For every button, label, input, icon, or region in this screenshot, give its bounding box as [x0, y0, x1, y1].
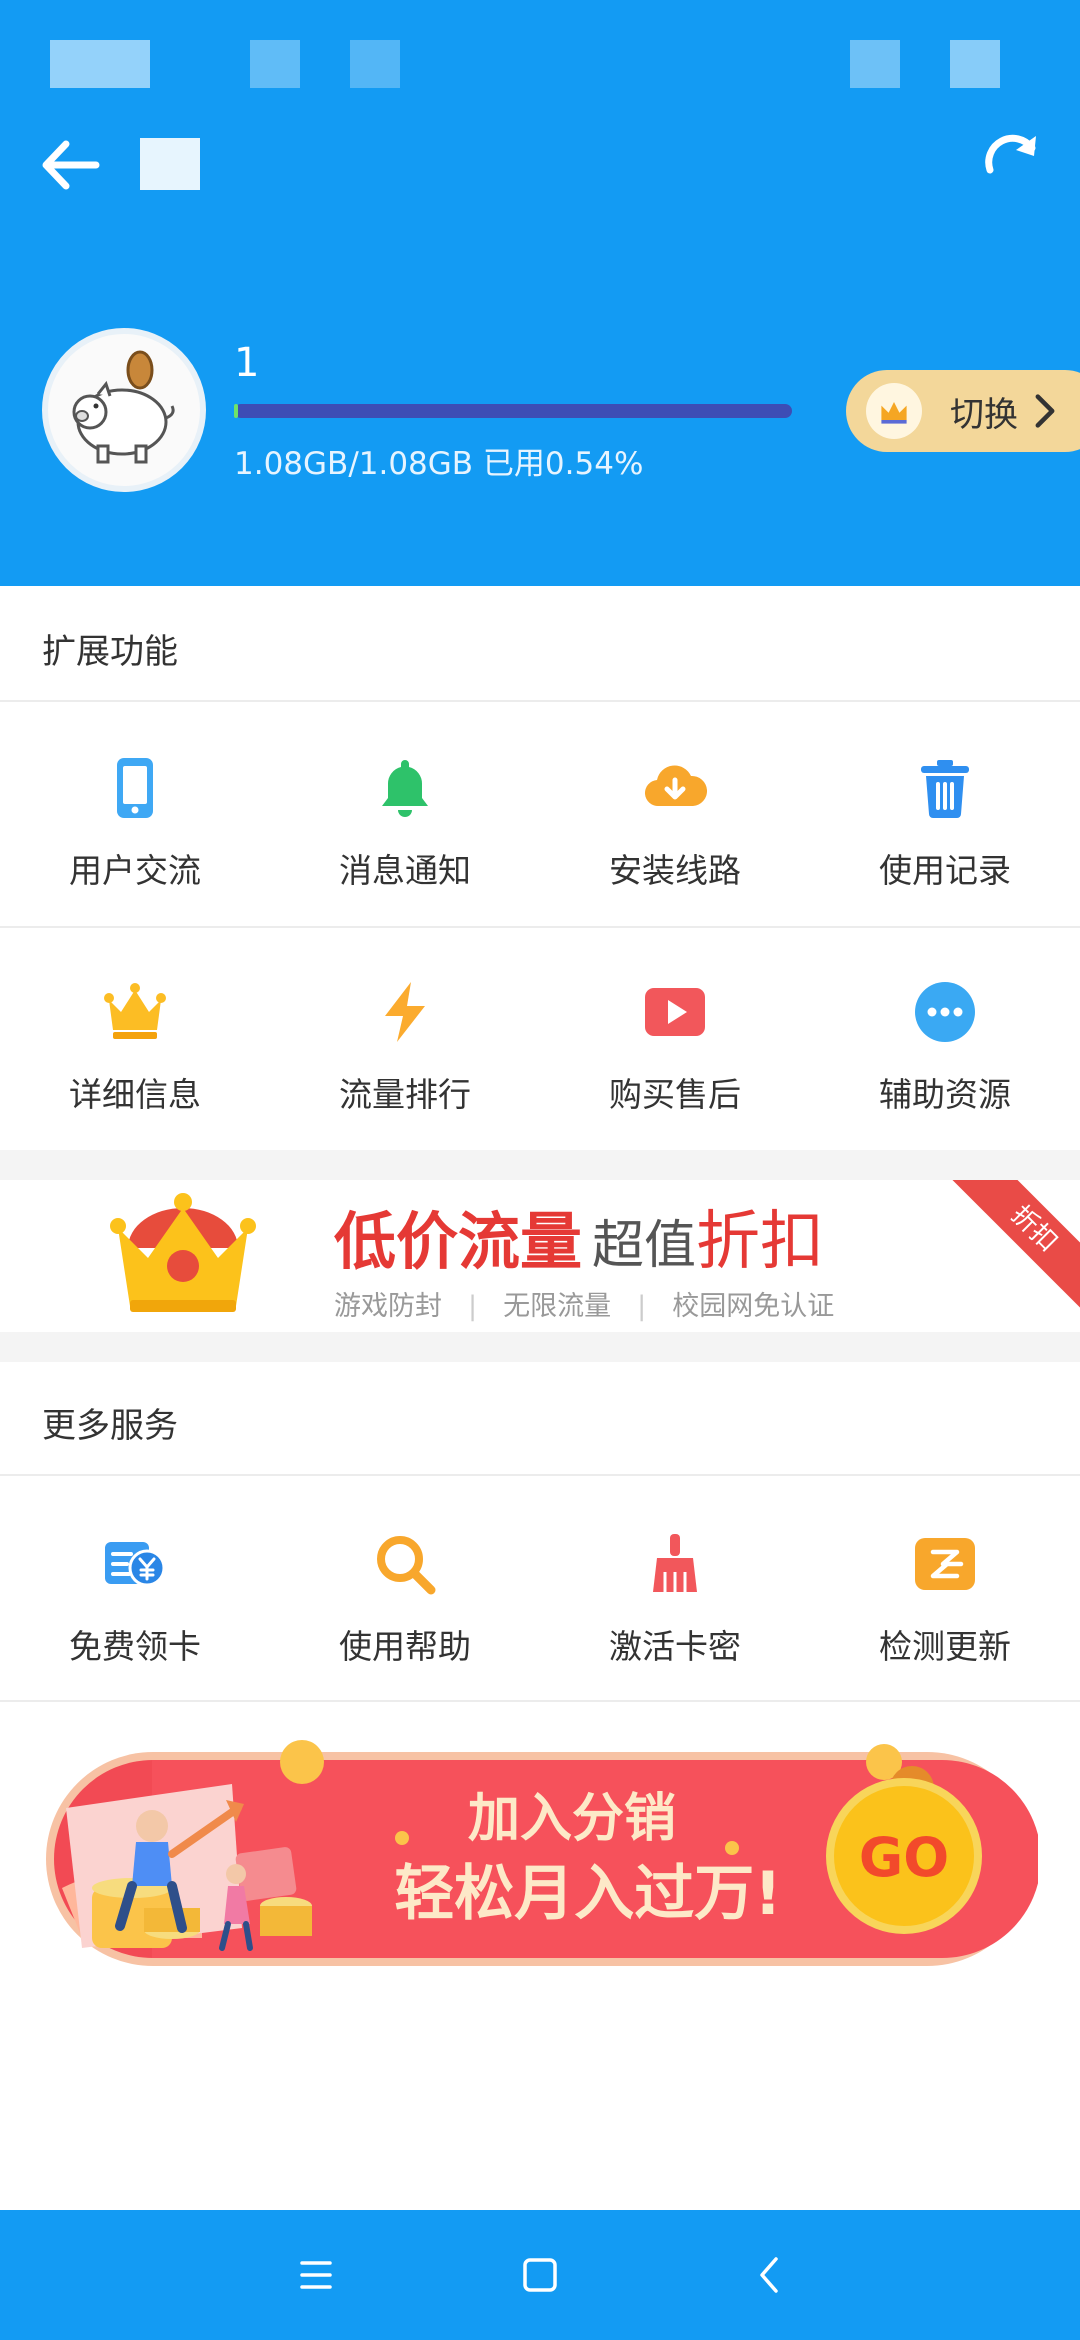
- service-help[interactable]: 使用帮助: [270, 1480, 540, 1702]
- promo-tag: 校园网免认证: [672, 1291, 835, 1322]
- phone-icon: [117, 758, 153, 818]
- service-label: 检测更新: [879, 1627, 1011, 1666]
- quota-text: 1.08GB/1.08GB 已用0.54%: [234, 446, 644, 482]
- card-yen-icon: [105, 1542, 166, 1587]
- crown-icon: [104, 983, 166, 1039]
- separator: |: [637, 1291, 647, 1322]
- feature-label: 用户交流: [69, 851, 201, 890]
- status-bar-item: [850, 40, 900, 88]
- more-dots-icon: [915, 982, 975, 1042]
- distribution-line2: 轻松月入过万!: [394, 1859, 781, 1929]
- menu-icon[interactable]: [286, 2245, 346, 2305]
- grid-row: 用户交流 消息通知 安装线路 使用记录: [0, 704, 1080, 926]
- promo-title-red: 低价流量: [334, 1205, 583, 1278]
- feature-label: 消息通知: [339, 851, 471, 890]
- divider: [0, 700, 1080, 702]
- divider: [0, 1700, 1080, 1702]
- broom-icon: [653, 1534, 697, 1592]
- section-gap: [0, 1332, 1080, 1362]
- section-gap: [0, 1150, 1080, 1180]
- refresh-icon[interactable]: [976, 126, 1048, 198]
- chevron-right-icon: [1035, 394, 1055, 428]
- home-square-icon[interactable]: [510, 2245, 570, 2305]
- distribution-line1: 加入分销: [468, 1789, 676, 1849]
- feature-user-chat[interactable]: 用户交流: [0, 704, 270, 926]
- divider: [0, 1474, 1080, 1476]
- play-icon: [645, 988, 705, 1036]
- system-nav-bar: [0, 2210, 1080, 2340]
- crown-icon: [110, 1193, 256, 1312]
- section-title-extended: 扩展功能: [42, 632, 178, 672]
- feature-traffic-ranking[interactable]: 流量排行: [270, 928, 540, 1150]
- feature-label: 辅助资源: [879, 1075, 1011, 1114]
- promo-title-big: 折扣: [696, 1205, 825, 1279]
- lightning-icon: [385, 982, 425, 1042]
- search-icon: [377, 1536, 436, 1595]
- bell-icon: [382, 760, 428, 817]
- switch-button[interactable]: 切换: [846, 370, 1080, 452]
- status-bar-item: [250, 40, 300, 88]
- distribution-banner[interactable]: 加入分销 轻松月入过万! GO: [42, 1738, 1038, 1974]
- promo-banner[interactable]: 低价流量 超值折扣 游戏防封 | 无限流量 | 校园网免认证 折扣: [0, 1180, 1080, 1332]
- feature-purchase-support[interactable]: 购买售后: [540, 928, 810, 1150]
- service-label: 使用帮助: [339, 1627, 471, 1666]
- separator: |: [468, 1291, 478, 1322]
- feature-label: 流量排行: [339, 1075, 471, 1114]
- service-activate-card[interactable]: 激活卡密: [540, 1480, 810, 1702]
- data-usage-fill: [234, 404, 238, 418]
- service-free-card[interactable]: 免费领卡: [0, 1480, 270, 1702]
- status-bar-item: [950, 40, 1000, 88]
- go-label: GO: [859, 1826, 949, 1889]
- promo-tag: 游戏防封: [334, 1291, 442, 1322]
- back-chevron-icon[interactable]: [740, 2245, 800, 2305]
- feature-label: 安装线路: [609, 851, 741, 890]
- feature-install-route[interactable]: 安装线路: [540, 704, 810, 926]
- grid-row: 详细信息 流量排行 购买售后 辅助资源: [0, 928, 1080, 1150]
- avatar[interactable]: [42, 328, 206, 492]
- promo-title-mid: 超值: [592, 1216, 697, 1276]
- feature-notifications[interactable]: 消息通知: [270, 704, 540, 926]
- piggy-bank-icon: [72, 350, 175, 464]
- promo-tag: 无限流量: [503, 1291, 612, 1322]
- status-bar-item: [50, 40, 150, 88]
- service-label: 激活卡密: [609, 1627, 741, 1666]
- user-name: 1: [234, 340, 260, 386]
- service-check-update[interactable]: 检测更新: [810, 1480, 1080, 1702]
- status-bar-item: [350, 40, 400, 88]
- grid-row: 免费领卡 使用帮助 激活卡密 检测更新: [0, 1480, 1080, 1702]
- section-title-more: 更多服务: [42, 1406, 178, 1446]
- crown-icon: [866, 383, 922, 439]
- feature-label: 使用记录: [879, 851, 1011, 890]
- data-usage-bar: [234, 404, 792, 418]
- feature-label: 购买售后: [609, 1075, 741, 1114]
- arrow-left-icon[interactable]: [36, 130, 106, 200]
- feature-aux-resources[interactable]: 辅助资源: [810, 928, 1080, 1150]
- page-title-placeholder: [140, 138, 200, 190]
- header: 1 1.08GB/1.08GB 已用0.54% 切换: [0, 0, 1080, 586]
- promo-ribbon: 折扣: [939, 1180, 1080, 1324]
- feature-label: 详细信息: [69, 1075, 201, 1114]
- promo-tags: 游戏防封 | 无限流量 | 校园网免认证: [334, 1284, 834, 1323]
- feature-detail-info[interactable]: 详细信息: [0, 928, 270, 1150]
- update-box-icon: [915, 1538, 975, 1590]
- feature-usage-records[interactable]: 使用记录: [810, 704, 1080, 926]
- trash-icon: [921, 760, 969, 818]
- service-label: 免费领卡: [69, 1627, 201, 1666]
- cloud-download-icon: [645, 765, 707, 807]
- promo-title: 低价流量 超值折扣: [334, 1190, 824, 1282]
- switch-label: 切换: [950, 394, 1018, 435]
